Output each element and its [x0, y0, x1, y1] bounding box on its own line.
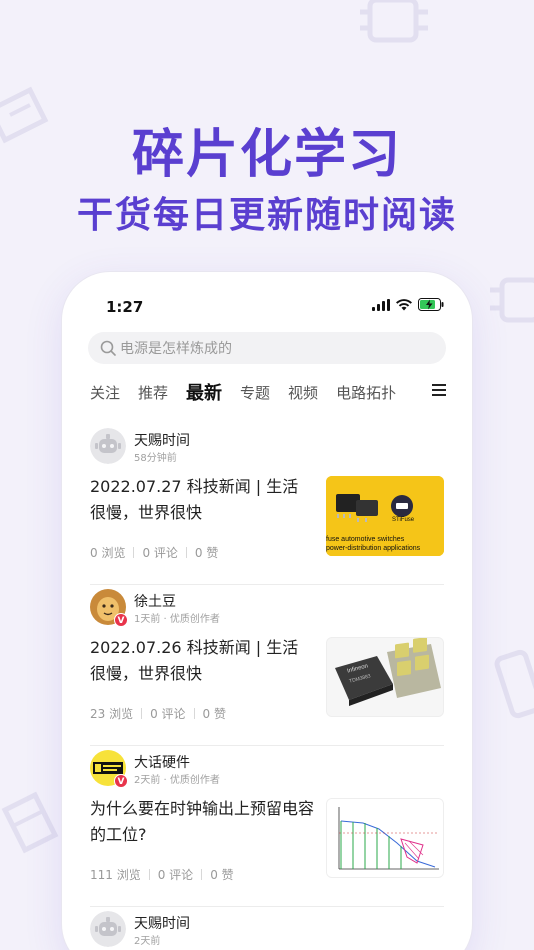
comments-count[interactable]: 0 评论	[142, 544, 177, 561]
stats-divider	[133, 547, 135, 558]
views-count: 111 浏览	[90, 868, 141, 882]
circuit-decoration-icon	[1, 791, 59, 854]
article-thumbnail[interactable]: STiFuse fuse automotive switches power-d…	[326, 476, 444, 556]
comments-count[interactable]: 0 评论	[158, 866, 193, 883]
search-icon	[100, 340, 116, 356]
power-chip-image	[327, 638, 443, 716]
status-icons	[372, 298, 444, 311]
author-row: 天赐时间 2天前	[90, 911, 444, 949]
post-meta: 1天前 · 优质创作者	[134, 614, 220, 625]
status-bar: 1:27	[62, 272, 472, 322]
avatar[interactable]: V	[90, 750, 128, 788]
promo-title: 碎片化学习	[131, 125, 402, 185]
article-feed: 天赐时间 58分钟前 2022.07.27 科技新闻 | 生活很慢，世界很快 0…	[90, 424, 444, 950]
resistor-decoration-icon	[494, 649, 534, 719]
tab-topics[interactable]: 专题	[240, 382, 270, 403]
article-stats: 23 浏览 0 评论 0 赞	[90, 705, 226, 722]
robot-avatar-icon	[90, 911, 126, 947]
article-title[interactable]: 2022.07.27 科技新闻 | 生活很慢，世界很快	[90, 474, 314, 526]
author-row: 天赐时间 58分钟前	[90, 428, 444, 466]
stats-divider	[193, 708, 195, 719]
spectrum-graph-image	[327, 799, 443, 877]
thumb-caption: power-distribution applications	[326, 545, 421, 552]
likes-count[interactable]: 0 赞	[203, 705, 226, 722]
likes-count[interactable]: 0 赞	[195, 544, 218, 561]
verified-badge: V	[114, 774, 128, 788]
avatar[interactable]	[90, 911, 126, 947]
post-meta: 2天前	[134, 936, 161, 947]
promo-subtitle: 干货每日更新随时阅读	[76, 195, 457, 236]
views-count: 23 浏览	[90, 707, 134, 721]
likes-count[interactable]: 0 赞	[210, 866, 233, 883]
article-title[interactable]: 为什么要在时钟输出上预留电容的工位?	[90, 796, 314, 848]
avatar[interactable]	[90, 428, 126, 464]
avatar[interactable]: V	[90, 589, 128, 627]
thumb-caption: fuse automotive switches	[326, 536, 405, 543]
author-row: V 大话硬件 2天前 · 优质创作者	[90, 750, 444, 788]
author-row: V 徐土豆 1天前 · 优质创作者	[90, 589, 444, 627]
stats-divider	[201, 869, 203, 880]
article-card[interactable]: V 徐土豆 1天前 · 优质创作者 2022.07.26 科技新闻 | 生活很慢…	[90, 585, 444, 746]
article-stats: 0 浏览 0 评论 0 赞	[90, 544, 218, 561]
post-meta: 2天前 · 优质创作者	[134, 775, 220, 786]
article-card[interactable]: V 大话硬件 2天前 · 优质创作者 为什么要在时钟输出上预留电容的工位? 11…	[90, 746, 444, 907]
verified-badge: V	[114, 613, 128, 627]
search-input[interactable]: 电源是怎样炼成的	[88, 332, 446, 364]
article-thumbnail[interactable]: Infineon TDM3883	[326, 637, 444, 717]
stats-divider	[141, 708, 143, 719]
article-title[interactable]: 2022.07.26 科技新闻 | 生活很慢，世界很快	[90, 635, 314, 687]
stats-divider	[148, 869, 150, 880]
article-thumbnail[interactable]	[326, 798, 444, 878]
article-stats: 111 浏览 0 评论 0 赞	[90, 866, 234, 883]
article-card[interactable]: 天赐时间 2天前	[90, 907, 444, 950]
search-placeholder: 电源是怎样炼成的	[120, 341, 232, 357]
tabs-fade	[392, 372, 420, 412]
tab-latest[interactable]: 最新	[186, 379, 222, 405]
battery-charging-icon	[418, 298, 444, 311]
chip-decoration-icon	[360, 0, 428, 43]
chip-decoration-icon	[490, 277, 534, 323]
author-name[interactable]: 天赐时间	[134, 430, 190, 450]
tab-follow[interactable]: 关注	[90, 382, 120, 403]
comments-count[interactable]: 0 评论	[150, 705, 185, 722]
stats-divider	[185, 547, 187, 558]
author-name[interactable]: 徐土豆	[134, 591, 176, 611]
phone-frame: 1:27 电源是怎样炼成的 关注 推荐 最新 专题 视频 电路拓扑 天赐时间 5…	[62, 272, 472, 950]
signal-icon	[372, 298, 390, 311]
views-count: 0 浏览	[90, 546, 126, 560]
tab-video[interactable]: 视频	[288, 382, 318, 403]
menu-icon[interactable]	[432, 384, 446, 396]
author-name[interactable]: 大话硬件	[134, 752, 190, 772]
robot-avatar-icon	[90, 428, 126, 464]
post-meta: 58分钟前	[134, 453, 177, 464]
fuse-chips-image	[326, 476, 444, 556]
wifi-icon	[396, 298, 412, 310]
status-time: 1:27	[106, 298, 144, 316]
thumb-badge: STiFuse	[392, 517, 415, 523]
tab-circuit-topology[interactable]: 电路拓扑	[336, 382, 396, 403]
tab-recommend[interactable]: 推荐	[138, 382, 168, 403]
article-card[interactable]: 天赐时间 58分钟前 2022.07.27 科技新闻 | 生活很慢，世界很快 0…	[90, 424, 444, 585]
author-name[interactable]: 天赐时间	[134, 913, 190, 933]
